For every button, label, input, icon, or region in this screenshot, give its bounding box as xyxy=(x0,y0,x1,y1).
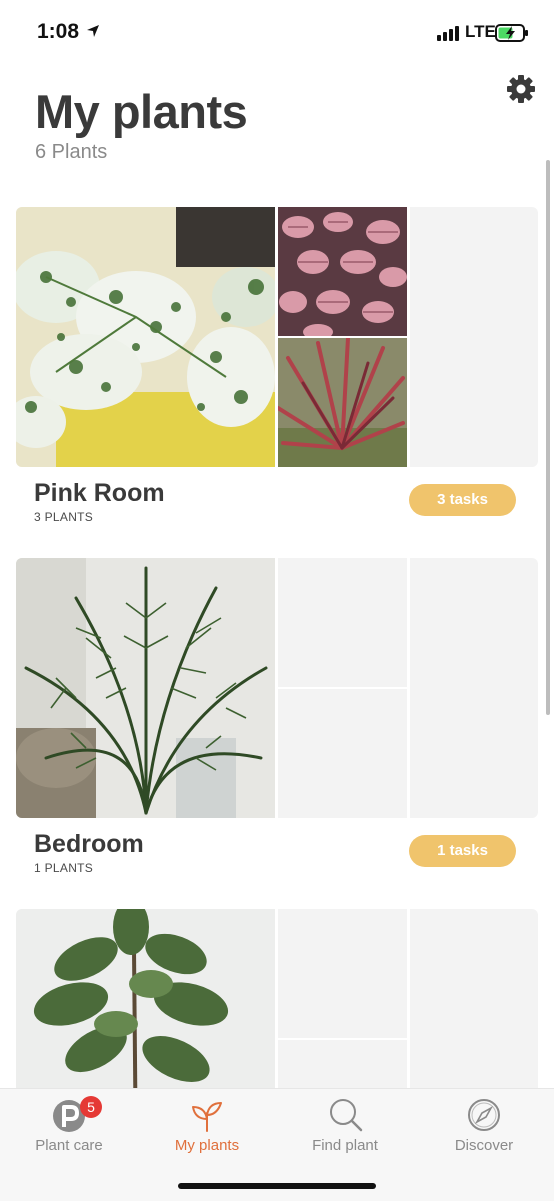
plant-count: 6 Plants xyxy=(35,141,108,163)
room-photo-grid xyxy=(16,558,538,818)
compass-icon xyxy=(468,1099,500,1131)
empty-photo-slot xyxy=(278,689,407,818)
room-plant-count: 1 PLANTS xyxy=(34,861,94,875)
tab-plant-care[interactable]: 5 Plant care xyxy=(0,1089,138,1169)
network-type: LTE xyxy=(465,22,496,41)
tab-label: My plants xyxy=(174,1137,240,1154)
room-photo-grid xyxy=(16,207,538,467)
tab-find-plant[interactable]: Find plant xyxy=(276,1089,414,1169)
tab-label: Discover xyxy=(454,1137,514,1154)
status-bar: 1:08 LTE xyxy=(0,0,554,66)
notification-badge: 5 xyxy=(80,1096,102,1118)
room-name: Pink Room xyxy=(34,479,165,507)
plant-photo-palm xyxy=(16,558,275,818)
empty-photo-slot xyxy=(410,207,538,467)
empty-photo-slot xyxy=(278,558,407,687)
sprout-icon xyxy=(192,1102,222,1132)
home-indicator xyxy=(178,1183,376,1189)
empty-photo-slot xyxy=(410,558,538,818)
room-name: Bedroom xyxy=(34,830,144,858)
plant-photo-caladium xyxy=(16,207,275,467)
plant-photo-cordyline xyxy=(278,338,407,467)
battery-charging-icon xyxy=(495,24,528,42)
plant-photo-fittonia xyxy=(278,207,407,336)
scrollbar[interactable] xyxy=(546,160,550,715)
tasks-button[interactable]: 1 tasks xyxy=(409,835,516,867)
tab-my-plants[interactable]: My plants xyxy=(138,1089,276,1169)
location-arrow-icon xyxy=(87,25,99,37)
empty-photo-slot xyxy=(278,909,407,1038)
search-icon xyxy=(330,1099,363,1132)
status-time: 1:08 xyxy=(37,20,80,43)
tasks-button[interactable]: 3 tasks xyxy=(409,484,516,516)
gear-icon[interactable] xyxy=(506,74,536,104)
cellular-signal-icon xyxy=(437,26,459,41)
tab-label: Plant care xyxy=(35,1137,103,1154)
room-plant-count: 3 PLANTS xyxy=(34,510,94,524)
tab-discover[interactable]: Discover xyxy=(415,1089,553,1169)
tab-label: Find plant xyxy=(312,1137,378,1154)
page-title: My plants xyxy=(35,85,248,138)
